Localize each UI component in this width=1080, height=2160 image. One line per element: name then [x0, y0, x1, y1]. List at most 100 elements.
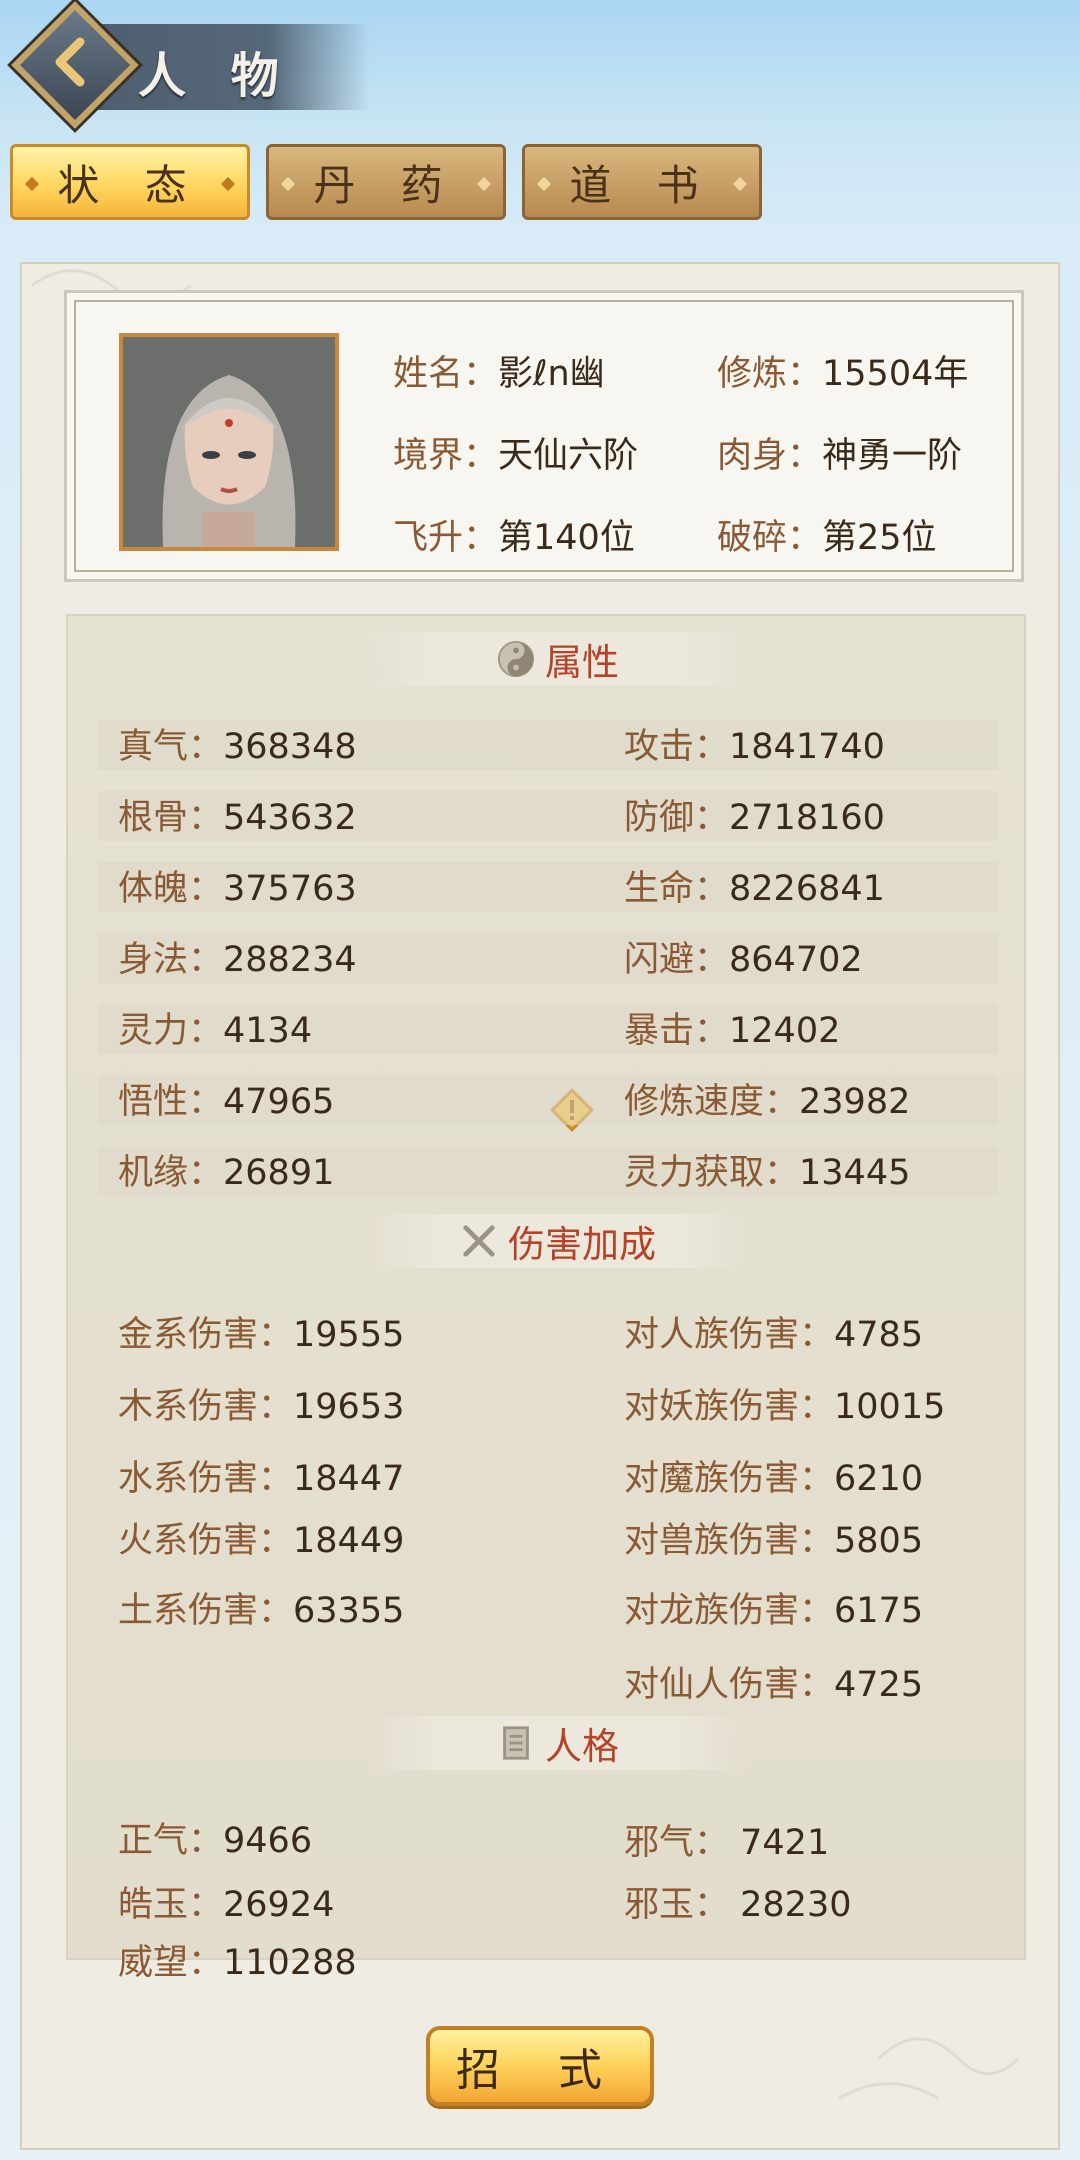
- stat-label: 对兽族伤害：: [624, 1521, 835, 1561]
- chevron-left-icon[interactable]: [42, 32, 102, 92]
- stat-item: 对兽族伤害：5805: [624, 1512, 923, 1563]
- stat-label: 身法：: [118, 940, 224, 980]
- ascension-rank-field: 飞升：第140位: [393, 518, 635, 558]
- stat-item: 体魄：375763: [118, 860, 357, 911]
- damage-title: 伤害加成: [508, 1223, 656, 1266]
- personality-section-header: 人格: [368, 1716, 748, 1770]
- stat-value: 4134: [223, 1011, 313, 1051]
- stat-item: 对魔族伤害：6210: [624, 1450, 923, 1501]
- stat-item: 邪气： 7421: [624, 1814, 829, 1865]
- tab-status[interactable]: 状 态: [10, 144, 250, 220]
- stat-value: 6175: [834, 1591, 924, 1631]
- stat-value: 10015: [834, 1387, 946, 1427]
- stat-label: 体魄：: [118, 869, 224, 909]
- stat-value: 18447: [293, 1459, 405, 1499]
- header-title-plate: 人 物: [10, 1, 370, 129]
- body-field: 肉身：神勇一阶: [717, 436, 963, 476]
- document-icon: [503, 1726, 529, 1760]
- stat-value: 6210: [834, 1459, 924, 1499]
- stat-label: 邪气：: [624, 1823, 730, 1863]
- stat-label: 修炼速度：: [624, 1082, 800, 1122]
- realm-field: 境界：天仙六阶: [393, 436, 639, 476]
- stat-item: 修炼速度：23982: [624, 1073, 910, 1124]
- stat-item: 邪玉： 28230: [624, 1876, 851, 1927]
- yin-yang-icon: [497, 640, 535, 678]
- stat-item: 攻击：1841740: [624, 718, 885, 769]
- tab-elixir-label: 丹 药: [313, 160, 459, 210]
- stat-item: 正气：9466: [118, 1812, 312, 1863]
- stat-value: 110288: [223, 1943, 357, 1983]
- stat-item: 灵力：4134: [118, 1002, 312, 1053]
- stat-label: 防御：: [624, 798, 730, 838]
- stat-value: 12402: [729, 1011, 841, 1051]
- stat-label: 真气：: [118, 727, 224, 767]
- stat-label: 根骨：: [118, 798, 224, 838]
- stat-value: 8226841: [729, 869, 885, 909]
- stat-item: 土系伤害：63355: [118, 1582, 404, 1633]
- stat-label: 暴击：: [624, 1011, 730, 1051]
- stat-label: 木系伤害：: [118, 1387, 294, 1427]
- stat-value: 2718160: [729, 798, 885, 838]
- stat-item: 水系伤害：18447: [118, 1450, 404, 1501]
- tab-status-label: 状 态: [57, 160, 203, 210]
- stat-item: 防御：2718160: [624, 789, 885, 840]
- tab-daobook[interactable]: 道 书: [522, 144, 762, 220]
- crossed-swords-icon: [463, 1225, 495, 1257]
- stat-value: 19653: [293, 1387, 405, 1427]
- skills-button[interactable]: 招 式: [426, 2026, 654, 2106]
- tab-elixir[interactable]: 丹 药: [266, 144, 506, 220]
- stat-value: 63355: [293, 1591, 405, 1631]
- tab-daobook-label: 道 书: [569, 160, 715, 210]
- shatter-rank-field: 破碎：第25位: [717, 518, 937, 558]
- stat-item: 暴击：12402: [624, 1002, 840, 1053]
- stat-value: 543632: [223, 798, 357, 838]
- stat-item: 机缘：26891: [118, 1144, 334, 1195]
- stat-value: 288234: [223, 940, 357, 980]
- stat-value: 26891: [223, 1153, 335, 1193]
- stat-item: 火系伤害：18449: [118, 1512, 404, 1563]
- stat-item: 金系伤害：19555: [118, 1306, 404, 1357]
- stat-value: 4785: [834, 1315, 924, 1355]
- stat-label: 悟性：: [118, 1082, 224, 1122]
- stat-item: 对仙人伤害：4725: [624, 1656, 923, 1707]
- stat-label: 水系伤害：: [118, 1459, 294, 1499]
- stat-value: 4725: [834, 1665, 924, 1705]
- stat-item: 木系伤害：19653: [118, 1378, 404, 1429]
- stat-item: 生命：8226841: [624, 860, 885, 911]
- stat-value: 864702: [729, 940, 863, 980]
- stat-label: 灵力：: [118, 1011, 224, 1051]
- stat-item: 身法：288234: [118, 931, 357, 982]
- stat-label: 对妖族伤害：: [624, 1387, 835, 1427]
- stat-label: 灵力获取：: [624, 1153, 800, 1193]
- stat-label: 对魔族伤害：: [624, 1459, 835, 1499]
- character-panel: 姓名：影ℓn幽 修炼：15504年 境界：天仙六阶 肉身：神勇一阶 飞升：第14…: [20, 262, 1060, 2150]
- stat-label: 对仙人伤害：: [624, 1665, 835, 1705]
- stat-value: 28230: [729, 1885, 852, 1925]
- avatar: [123, 337, 335, 547]
- stat-value: 1841740: [729, 727, 885, 767]
- character-portrait[interactable]: [119, 333, 339, 551]
- name-field: 姓名：影ℓn幽: [393, 354, 605, 394]
- stat-value: 19555: [293, 1315, 405, 1355]
- stat-item: 真气：368348: [118, 718, 357, 769]
- stat-value: 13445: [799, 1153, 911, 1193]
- stat-label: 金系伤害：: [118, 1315, 294, 1355]
- stat-item: 对人族伤害：4785: [624, 1306, 923, 1357]
- stat-label: 生命：: [624, 869, 730, 909]
- stat-label: 土系伤害：: [118, 1591, 294, 1631]
- stat-item: 悟性：47965: [118, 1073, 334, 1124]
- stat-item: 闪避：864702: [624, 931, 863, 982]
- stat-item: 根骨：543632: [118, 789, 357, 840]
- stat-value: 47965: [223, 1082, 335, 1122]
- stats-area: 属性 伤害加成 人格 真气：368348 根骨：543632 体魄：375763…: [66, 614, 1026, 1983]
- character-card: 姓名：影ℓn幽 修炼：15504年 境界：天仙六阶 肉身：神勇一阶 飞升：第14…: [64, 290, 1024, 582]
- page-title: 人 物: [138, 48, 293, 104]
- stat-label: 机缘：: [118, 1153, 224, 1193]
- stat-item: 灵力获取：13445: [624, 1144, 910, 1195]
- stat-item: 对妖族伤害：10015: [624, 1378, 945, 1429]
- stat-label: 皓玉：: [118, 1885, 224, 1925]
- stat-value: 5805: [834, 1521, 924, 1561]
- stat-item: 对龙族伤害：6175: [624, 1582, 923, 1633]
- character-name: 影ℓn幽: [498, 354, 605, 394]
- stat-item: 皓玉：26924: [118, 1876, 334, 1927]
